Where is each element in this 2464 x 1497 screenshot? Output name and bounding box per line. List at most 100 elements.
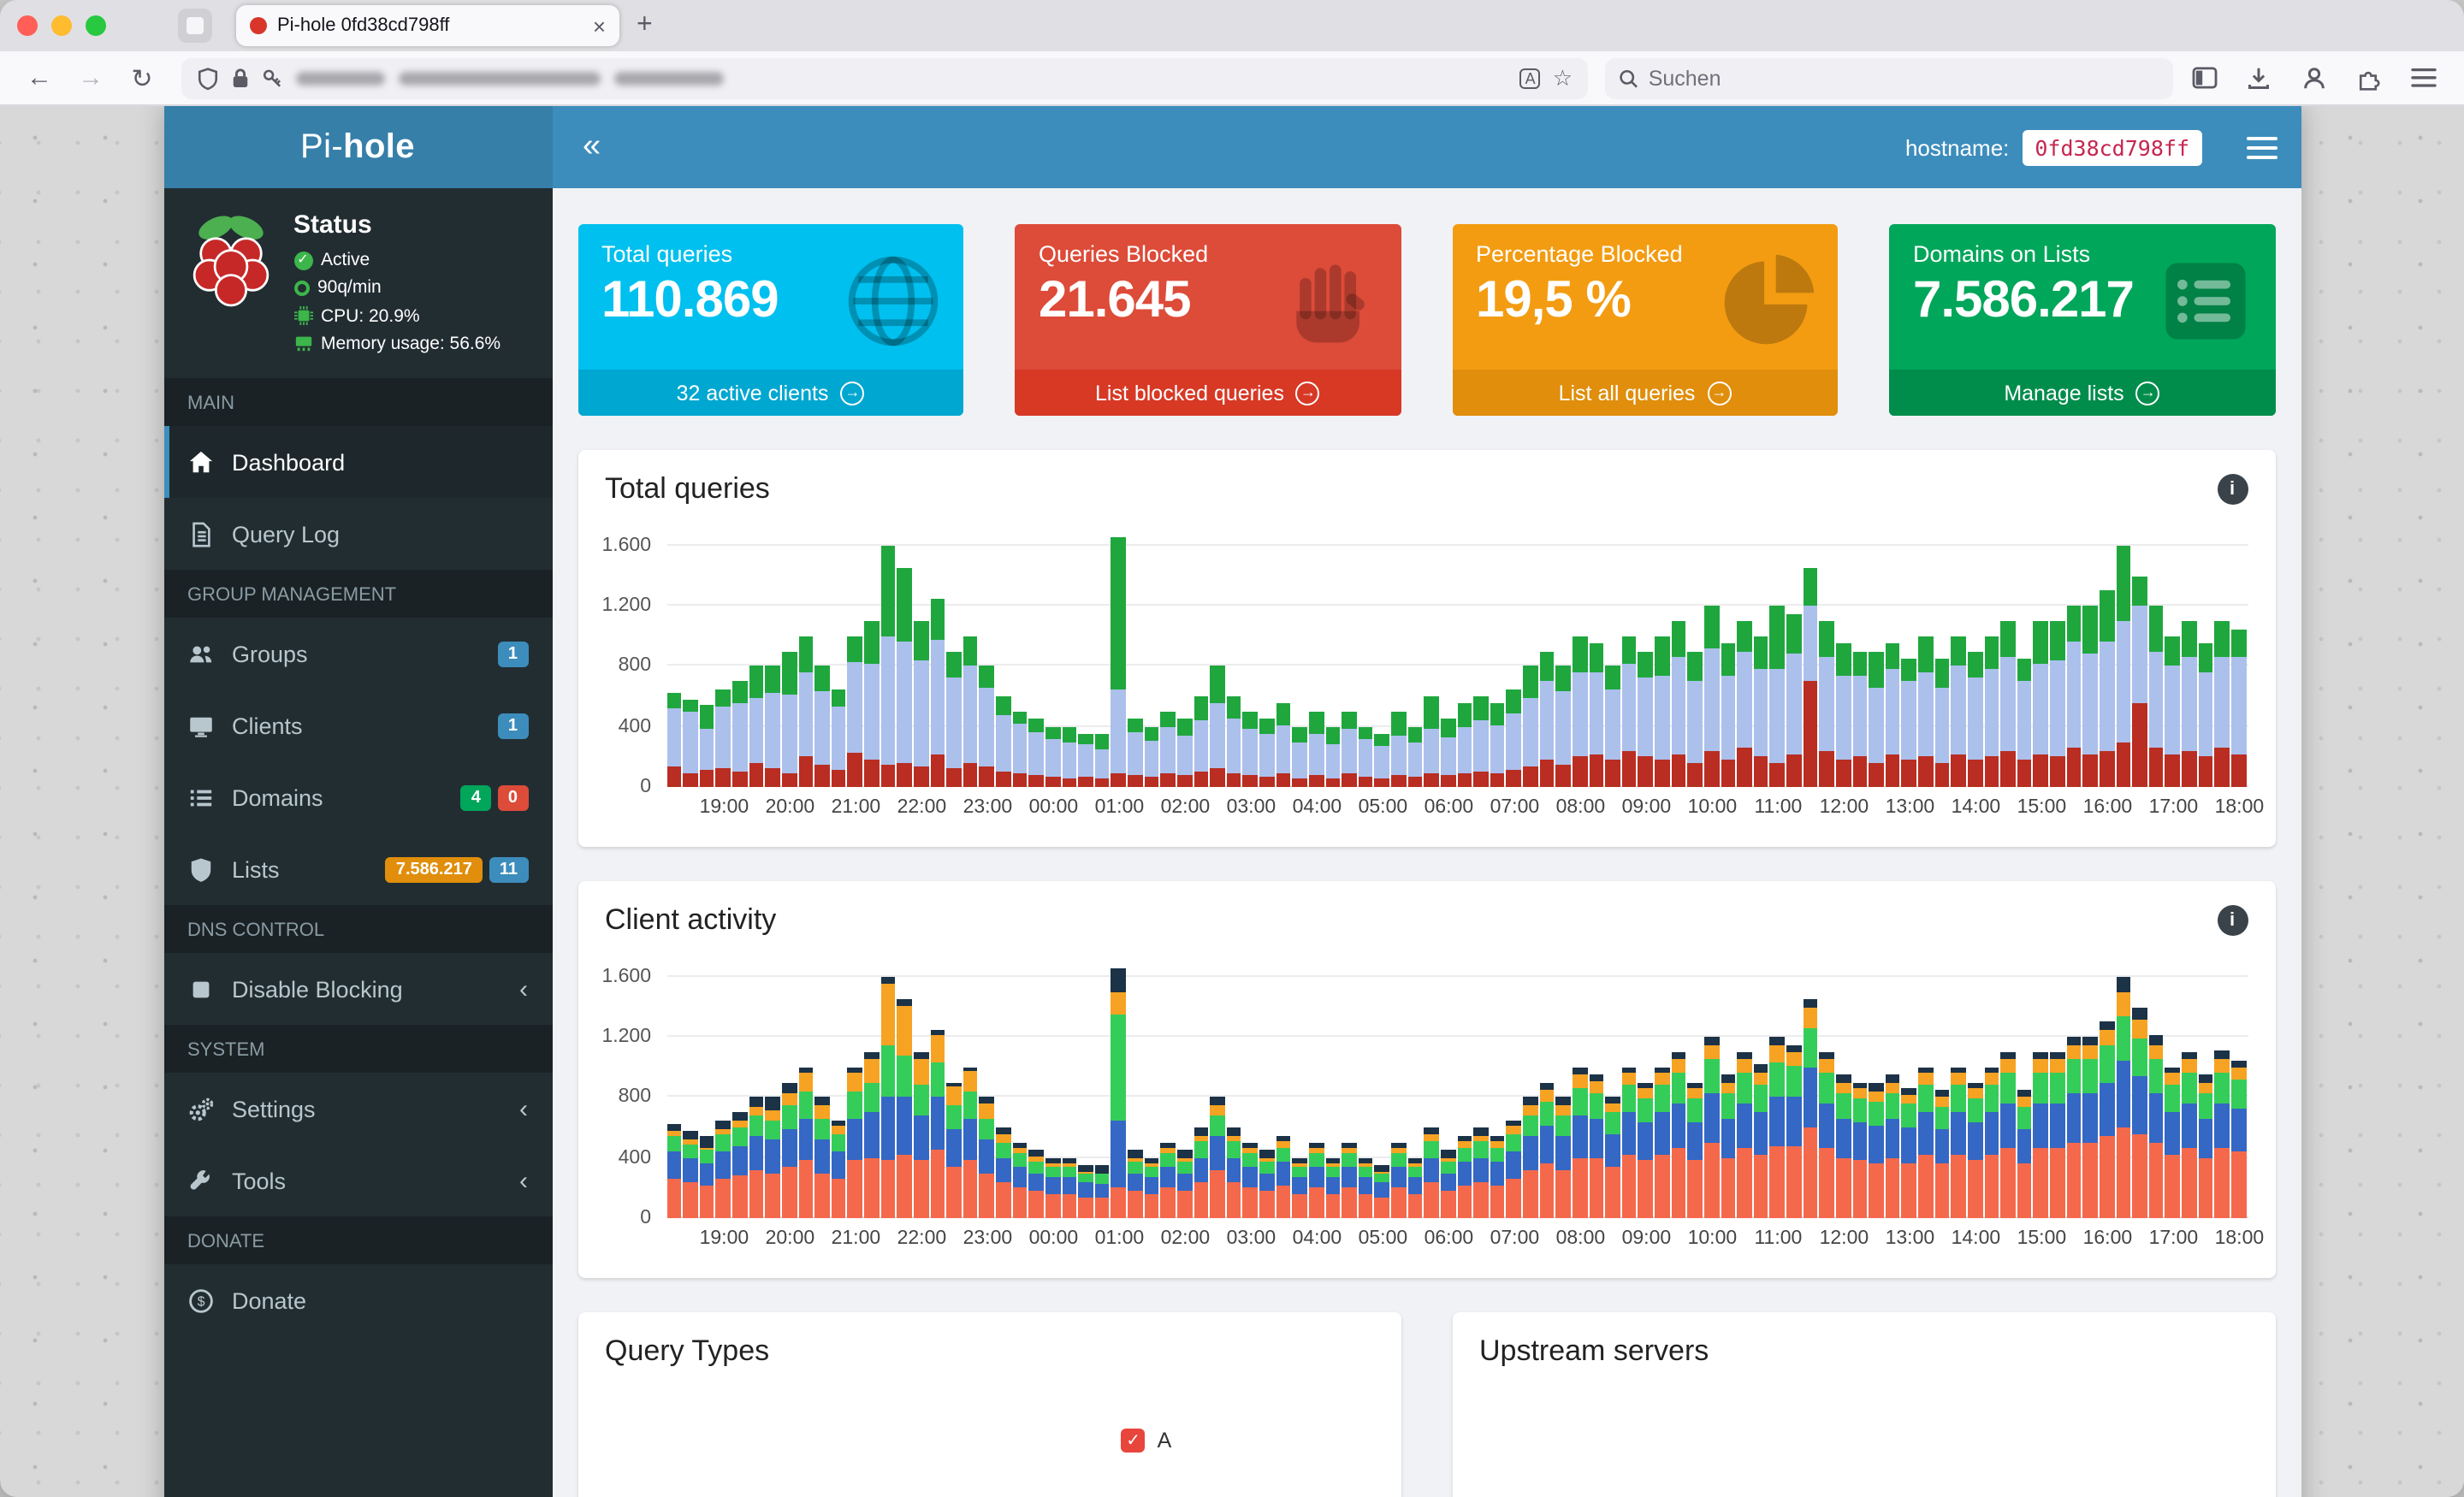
chart-bar[interactable] [715,1120,731,1218]
chart-bar[interactable] [1308,711,1324,787]
chart-bar[interactable] [1391,1142,1407,1218]
bookmark-star-icon[interactable]: ☆ [1553,64,1573,92]
chart-bar[interactable] [1819,1051,1834,1218]
chart-bar[interactable] [1835,643,1851,787]
chart-bar[interactable] [1028,719,1044,787]
chart-bar[interactable] [864,1051,880,1218]
info-icon[interactable]: i [2217,905,2248,936]
chart-bar[interactable] [996,1127,1011,1218]
chart-bar[interactable] [666,1124,682,1218]
chart-bar[interactable] [897,568,912,787]
card-link-active-clients[interactable]: 32 active clients → [578,370,963,416]
chart-bar[interactable] [1440,719,1455,787]
chart-bar[interactable] [1176,1150,1192,1218]
chart-bar[interactable] [1078,1165,1093,1218]
chart-bar[interactable] [781,651,797,787]
chart-bar[interactable] [1589,1074,1604,1218]
chart-bar[interactable] [765,666,780,787]
chart-bar[interactable] [979,666,994,787]
sidebar-item-settings[interactable]: Settings ‹ [163,1073,552,1145]
chart-bar[interactable] [1786,613,1802,787]
chart-bar[interactable] [1703,606,1719,787]
chart-bar[interactable] [1194,696,1209,787]
chart-bar[interactable] [2017,1090,2032,1218]
chart-bar[interactable] [996,696,1011,787]
chart-bar[interactable] [749,666,764,787]
card-link-all-queries[interactable]: List all queries → [1452,370,1838,416]
chart-bar[interactable] [2165,636,2180,787]
chart-bar[interactable] [732,681,748,787]
chart-bar[interactable] [1276,1135,1291,1218]
chart-bar[interactable] [1111,968,1126,1218]
chart-bar[interactable] [2000,620,2016,787]
sidebar-item-groups[interactable]: Groups 1 [163,618,552,689]
chart-bar[interactable] [1605,666,1620,787]
chart-bar[interactable] [1242,711,1258,787]
chart-bar[interactable] [1144,726,1159,787]
chart-bar[interactable] [1342,1142,1357,1218]
search-bar[interactable] [1605,57,2173,98]
chart-bar[interactable] [1655,1067,1670,1218]
chart-bar[interactable] [1506,1120,1521,1218]
chart-bar[interactable] [1589,643,1604,787]
chart-bar[interactable] [2132,576,2147,787]
chart-bar[interactable] [2165,1067,2180,1218]
chart-bar[interactable] [814,1097,830,1218]
window-zoom-button[interactable] [86,15,106,36]
legend-item-a[interactable]: ✓ A [1121,1429,1171,1453]
chart-bar[interactable] [1128,1150,1143,1218]
chart-bar[interactable] [946,651,962,787]
chart-bar[interactable] [1869,1082,1884,1218]
chart-bar[interactable] [1703,1037,1719,1218]
chart-bar[interactable] [2066,1037,2082,1218]
chart-bar[interactable] [1242,1142,1258,1218]
chart-bar[interactable] [1308,1142,1324,1218]
chart-bar[interactable] [1440,1150,1455,1218]
chart-bar[interactable] [1819,620,1834,787]
chart-bar[interactable] [1835,1074,1851,1218]
chart-bar[interactable] [814,666,830,787]
chart-bar[interactable] [781,1082,797,1218]
chart-bar[interactable] [1737,1051,1752,1218]
chart-bar[interactable] [2116,545,2131,787]
chart-bar[interactable] [666,693,682,787]
chart-bar[interactable] [897,999,912,1218]
chart-bar[interactable] [1753,1064,1768,1218]
chart-bar[interactable] [2148,1035,2164,1218]
chart-bar[interactable] [2033,1051,2048,1218]
chart-bar[interactable] [1078,734,1093,787]
chart-bar[interactable] [1028,1150,1044,1218]
chart-bar[interactable] [1572,636,1587,787]
chart-bar[interactable] [1292,726,1307,787]
chart-bar[interactable] [930,598,945,787]
chart-bar[interactable] [1457,703,1472,787]
chart-bar[interactable] [1869,651,1884,787]
chart-bar[interactable] [1210,666,1225,787]
chart-bar[interactable] [1358,1157,1373,1218]
extensions-icon[interactable] [2344,66,2392,90]
chart-bar[interactable] [847,1067,862,1218]
sidebar-item-disable-blocking[interactable]: Disable Blocking ‹ [163,953,552,1025]
chart-bar[interactable] [2230,630,2246,787]
chart-bar[interactable] [1984,1067,1999,1218]
chart-bar[interactable] [683,699,698,787]
chart-bar[interactable] [1506,689,1521,787]
chart-bar[interactable] [1276,703,1291,787]
chart-bar[interactable] [2182,620,2197,787]
chart-bar[interactable] [1918,1067,1934,1218]
chart-bar[interactable] [962,1067,978,1218]
chart-bar[interactable] [1918,636,1934,787]
key-icon[interactable] [262,67,284,89]
chart-bar[interactable] [1539,1082,1555,1218]
chart-bar[interactable] [1210,1097,1225,1218]
chart-bar[interactable] [1473,696,1489,787]
chart-bar[interactable] [683,1130,698,1218]
tab-close-icon[interactable]: × [593,13,606,38]
sidebar-item-lists[interactable]: Lists 7.586.217 11 [163,833,552,905]
chart-bar[interactable] [1160,1142,1176,1218]
chart-bar[interactable] [1769,1037,1785,1218]
chart-bar[interactable] [1753,636,1768,787]
chart-bar[interactable] [1194,1127,1209,1218]
chart-bar[interactable] [1391,711,1407,787]
chart-bar[interactable] [1325,726,1341,787]
